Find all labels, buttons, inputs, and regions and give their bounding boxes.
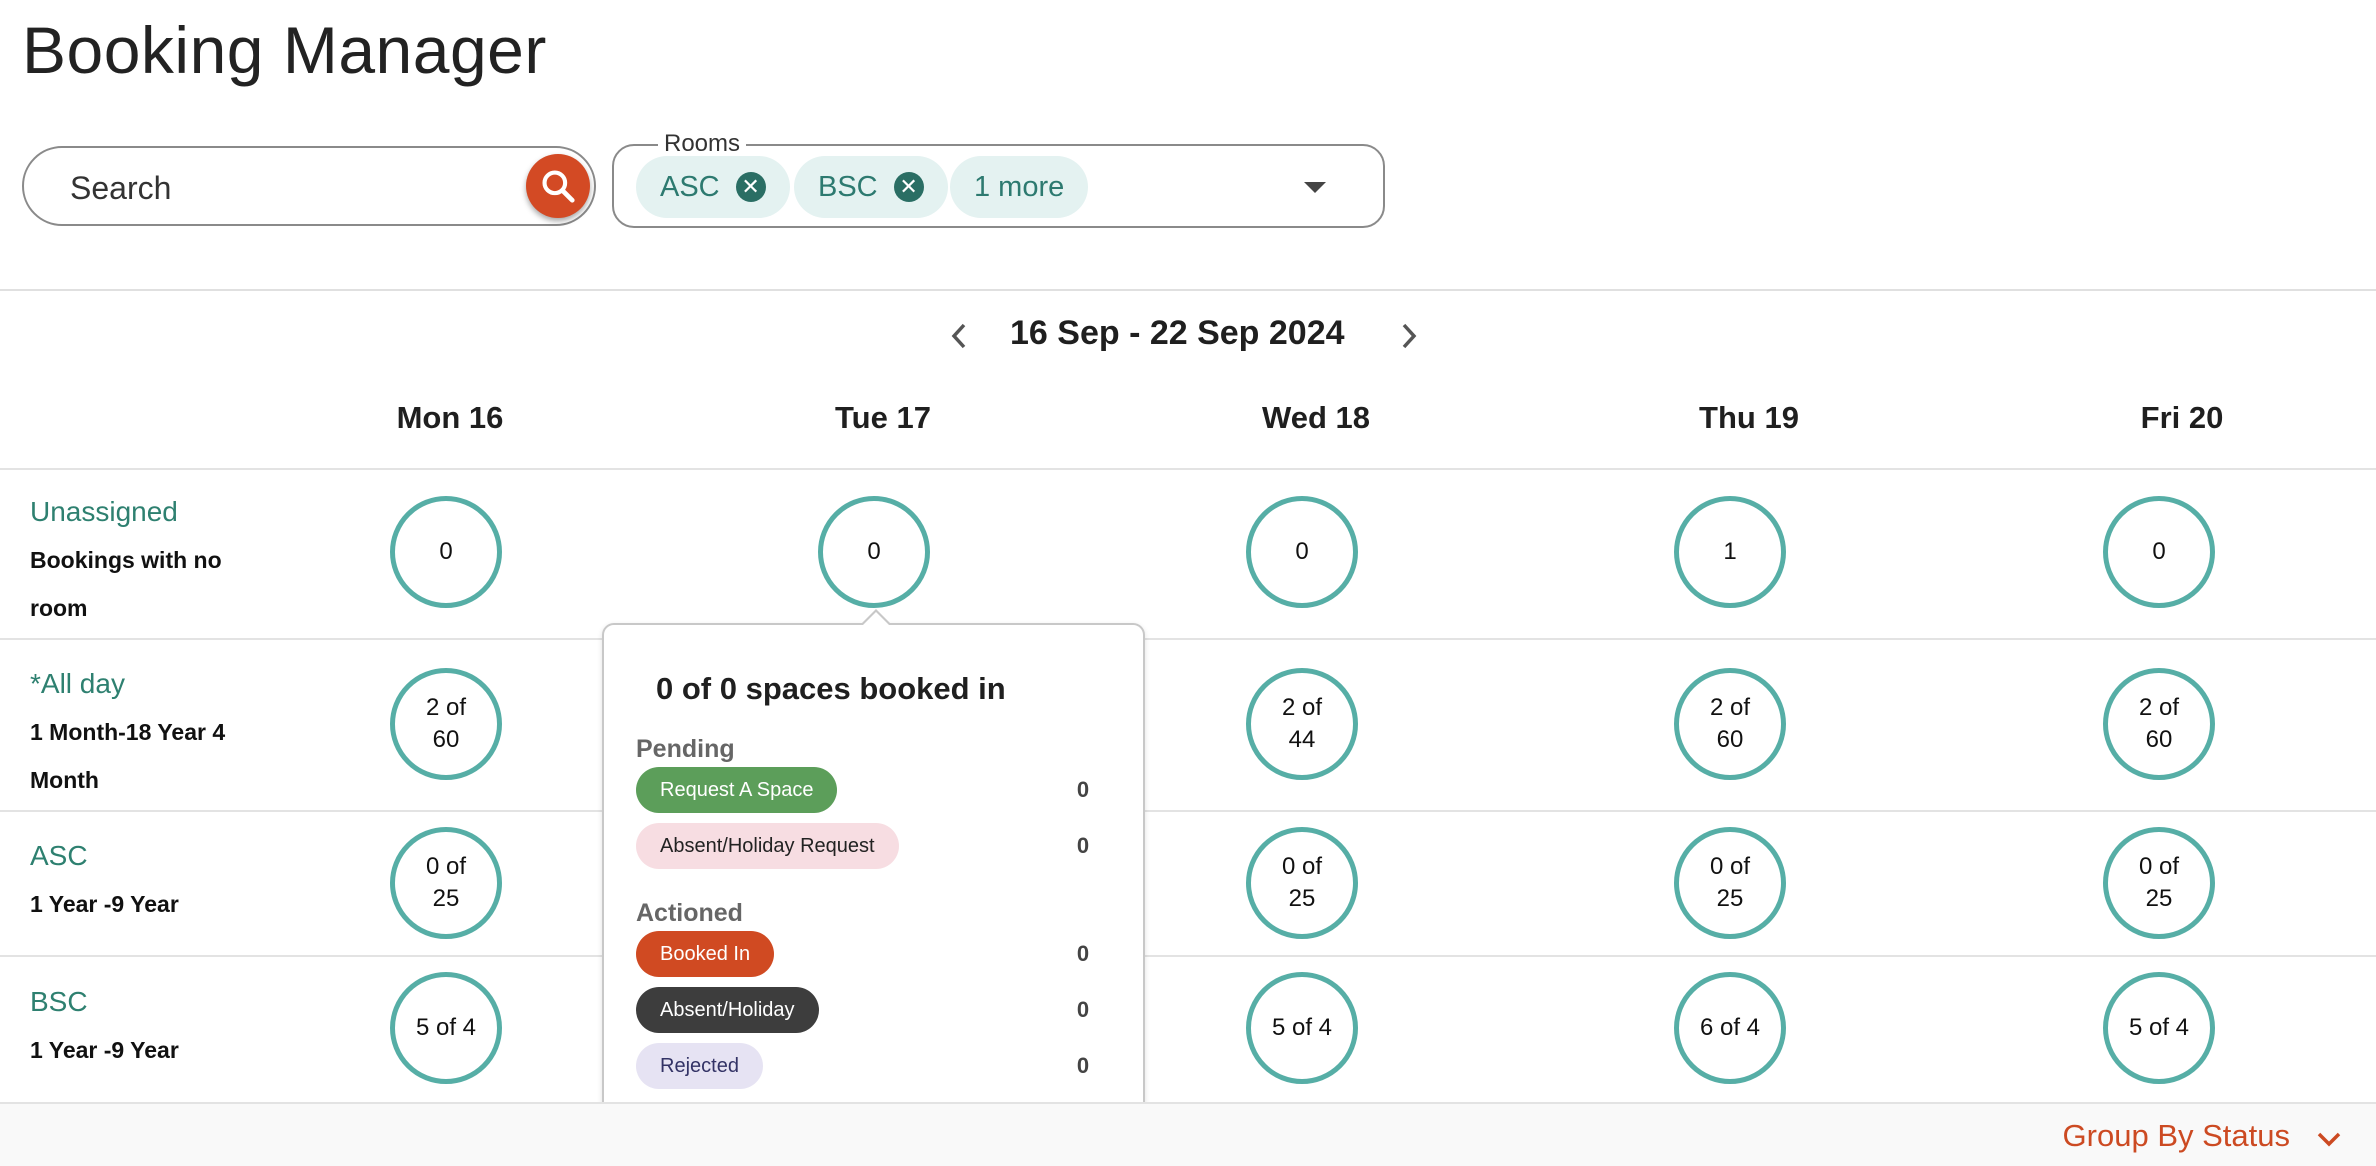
row-subtitle: Bookings with no room [30, 547, 222, 621]
chip-label: ASC [660, 170, 720, 203]
more-rooms-chip[interactable]: 1 more [950, 156, 1089, 218]
count-circle-unassigned-thu[interactable]: 1 [1674, 496, 1786, 608]
previous-week-button[interactable] [944, 316, 974, 356]
chevron-left-icon [951, 323, 966, 349]
next-week-button[interactable] [1394, 316, 1424, 356]
group-by-status-button[interactable]: Group By Status [2063, 1118, 2290, 1154]
row-divider [0, 955, 2376, 957]
day-header-mon: Mon 16 [396, 400, 504, 435]
count-circle-asc-mon[interactable]: 0 of 25 [390, 827, 502, 939]
count-circle-bsc-thu[interactable]: 6 of 4 [1674, 972, 1786, 1084]
count-circle-all-day-thu[interactable]: 2 of 60 [1674, 668, 1786, 780]
status-count: 0 [1076, 777, 1090, 802]
count-circle-unassigned-mon[interactable]: 0 [390, 496, 502, 608]
room-chip-asc: ASC ✕ [636, 156, 790, 218]
status-pill-absent-holiday-request[interactable]: Absent/Holiday Request [636, 823, 899, 869]
pending-section-label: Pending [636, 735, 735, 763]
chip-remove-icon[interactable]: ✕ [735, 172, 766, 202]
status-count: 0 [1076, 941, 1090, 966]
week-navigator: 16 Sep - 22 Sep 2024 [0, 306, 2376, 356]
booking-summary-popover: 0 of 0 spaces booked in Pending Request … [602, 609, 1145, 1133]
count-circle-all-day-wed[interactable]: 2 of 44 [1246, 668, 1358, 780]
count-circle-all-day-mon[interactable]: 2 of 60 [390, 668, 502, 780]
search-button[interactable] [526, 154, 590, 218]
rooms-label: Rooms [658, 130, 747, 158]
bottom-bar: Group By Status [0, 1102, 2376, 1166]
popover-title: 0 of 0 spaces booked in [656, 671, 1006, 706]
count-circle-all-day-fri[interactable]: 2 of 60 [2103, 668, 2215, 780]
rooms-select[interactable]: Rooms ASC ✕ BSC ✕ 1 more [612, 130, 1385, 228]
status-count: 0 [1076, 833, 1090, 858]
status-count: 0 [1076, 1053, 1090, 1078]
header-divider [0, 289, 2376, 291]
actioned-section-label: Actioned [636, 899, 743, 927]
row-title-unassigned[interactable]: Unassigned [30, 496, 178, 528]
search-icon [542, 170, 575, 203]
day-header-wed: Wed 18 [1262, 400, 1370, 435]
week-range-label: 16 Sep - 22 Sep 2024 [1010, 314, 1345, 352]
day-header-thu: Thu 19 [1699, 400, 1799, 435]
dropdown-caret-icon[interactable] [1304, 182, 1326, 193]
count-circle-bsc-wed[interactable]: 5 of 4 [1246, 972, 1358, 1084]
row-divider [0, 468, 2376, 470]
count-circle-asc-thu[interactable]: 0 of 25 [1674, 827, 1786, 939]
popover-arrow [863, 612, 889, 625]
day-header-fri: Fri 20 [2140, 400, 2224, 435]
day-header-tue: Tue 17 [835, 400, 931, 435]
status-pill-rejected[interactable]: Rejected [636, 1043, 763, 1089]
status-pill-booked-in[interactable]: Booked In [636, 931, 775, 977]
chevron-right-icon [1402, 323, 1417, 349]
count-circle-unassigned-tue[interactable]: 0 [818, 496, 930, 608]
row-title-all-day[interactable]: *All day [30, 668, 125, 700]
count-circle-asc-fri[interactable]: 0 of 25 [2103, 827, 2215, 939]
page-title: Booking Manager [22, 13, 547, 87]
row-subtitle: 1 Year -9 Year [30, 891, 179, 917]
status-pill-absent-holiday[interactable]: Absent/Holiday [636, 987, 819, 1033]
row-title-bsc[interactable]: BSC [30, 986, 88, 1018]
room-chip-bsc: BSC ✕ [794, 156, 948, 218]
count-circle-asc-wed[interactable]: 0 of 25 [1246, 827, 1358, 939]
search-field[interactable]: Search [22, 146, 596, 226]
count-circle-unassigned-fri[interactable]: 0 [2103, 496, 2215, 608]
count-circle-bsc-fri[interactable]: 5 of 4 [2103, 972, 2215, 1084]
status-pill-request-a-space[interactable]: Request A Space [636, 767, 838, 813]
row-divider [0, 638, 2376, 640]
status-count: 0 [1076, 997, 1090, 1022]
count-circle-unassigned-wed[interactable]: 0 [1246, 496, 1358, 608]
count-circle-bsc-mon[interactable]: 5 of 4 [390, 972, 502, 1084]
chevron-down-icon[interactable] [2314, 1124, 2344, 1154]
chip-label: BSC [818, 170, 878, 203]
row-divider [0, 810, 2376, 812]
search-input[interactable]: Search [70, 170, 171, 207]
row-subtitle: 1 Month-18 Year 4 Month [30, 719, 226, 793]
chip-remove-icon[interactable]: ✕ [893, 172, 924, 202]
row-subtitle: 1 Year -9 Year [30, 1037, 179, 1063]
row-title-asc[interactable]: ASC [30, 840, 88, 872]
